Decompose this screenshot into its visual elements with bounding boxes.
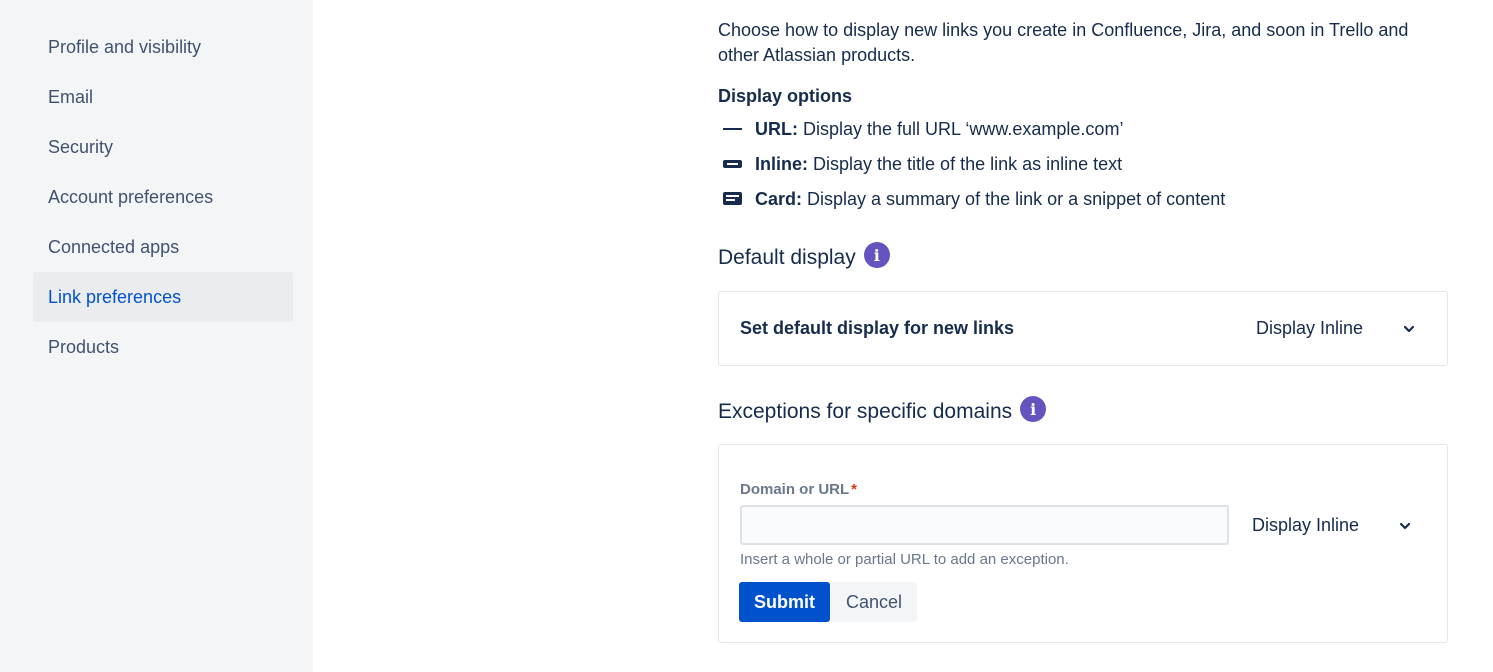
display-option-description: Display the title of the link as inline … [813,154,1123,174]
exception-display-selected-value: Display Inline [1252,515,1360,535]
default-display-heading: Default display i [718,242,890,271]
default-display-setting-label: Set default display for new links [740,318,1015,338]
default-display-selected-value: Display Inline [1256,318,1364,338]
domain-url-input[interactable] [740,505,1229,545]
sidebar-item-products[interactable]: Products [33,322,293,372]
intro-text: Choose how to display new links you crea… [718,20,1409,65]
default-display-heading-text: Default display [718,246,856,269]
sidebar-item-link-preferences[interactable]: Link preferences [33,272,293,322]
display-option-description: Display the full URL ‘www.example.com’ [803,119,1124,139]
inline-link-icon [718,152,755,176]
default-display-select[interactable]: Display Inline [1256,318,1415,339]
exceptions-panel: Domain or URL * Insert a whole or partial… [718,444,1448,643]
domain-field-label-text: Domain or URL [740,481,850,498]
display-option-description: Display a summary of the link or a snipp… [807,189,1226,209]
required-indicator: * [851,481,858,498]
display-option-card: Card: Display a summary of the link or a… [718,187,1225,211]
submit-button[interactable]: Submit [739,582,830,622]
chevron-down-icon [1399,521,1411,531]
exceptions-heading: Exceptions for specific domains i [718,396,1047,425]
sidebar-item-security[interactable]: Security [33,122,293,172]
domain-field-label: Domain or URL * [740,481,857,498]
sidebar-item-account-preferences[interactable]: Account preferences [33,172,293,222]
url-line-icon [718,117,755,141]
sidebar-item-email[interactable]: Email [33,72,293,122]
chevron-down-icon [1403,324,1415,334]
display-option-name: Card: [755,189,803,209]
info-icon[interactable]: i [863,242,890,268]
display-options-title: Display options [718,86,853,106]
display-option-name: URL: [755,119,798,139]
display-option-inline: Inline: Display the title of the link as… [718,152,1122,176]
card-link-icon [718,187,755,211]
info-icon[interactable]: i [1020,396,1047,422]
sidebar-item-connected-apps[interactable]: Connected apps [33,222,293,272]
cancel-button[interactable]: Cancel [831,582,918,622]
domain-helper-text: Insert a whole or partial URL to add an … [740,551,1069,568]
exception-display-select[interactable]: Display Inline [1252,515,1411,536]
default-display-panel: Set default display for new links Displa… [718,291,1448,366]
exceptions-heading-text: Exceptions for specific domains [718,400,1013,423]
display-option-url: URL: Display the full URL ‘www.example.c… [718,117,1123,141]
settings-sidebar: Profile and visibility Email Security Ac… [0,0,313,672]
display-option-name: Inline: [755,154,808,174]
sidebar-item-profile-and-visibility[interactable]: Profile and visibility [33,22,293,72]
